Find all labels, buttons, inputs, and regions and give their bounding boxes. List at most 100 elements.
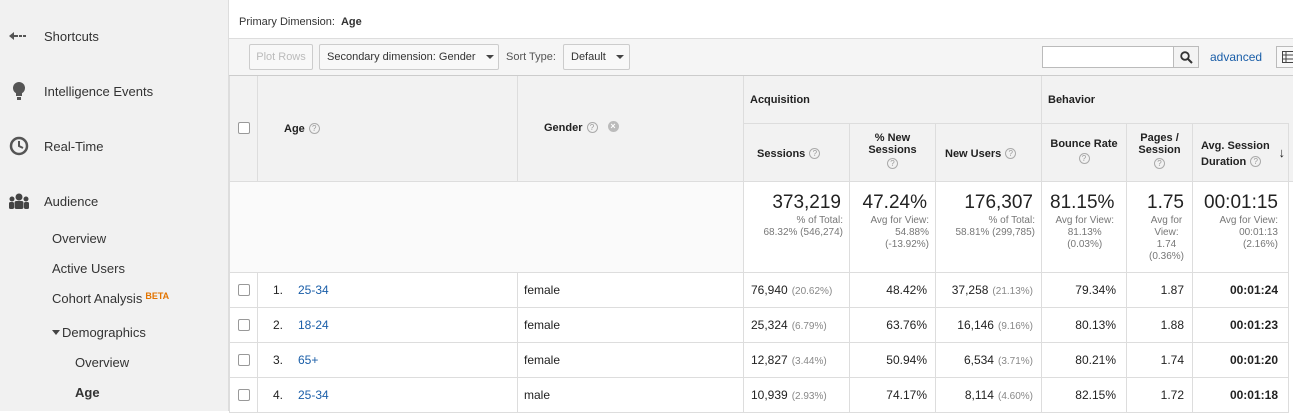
row-new-users: 37,258 — [952, 283, 989, 297]
row-new-sessions-cell: 74.17% — [850, 378, 936, 413]
row-checkbox[interactable] — [238, 284, 250, 296]
row-age-link[interactable]: 65+ — [298, 353, 318, 367]
sort-type-dropdown[interactable]: Default — [563, 44, 630, 70]
row-number: 3. — [273, 353, 283, 367]
nav-age[interactable]: Age — [75, 385, 100, 400]
header-gender[interactable]: Gender? × — [518, 76, 744, 182]
row-sessions-cell: 12,827(3.44%) — [744, 343, 850, 378]
nav-active-users[interactable]: Active Users — [52, 261, 125, 276]
header-avg-session-duration[interactable]: Avg. Session Duration? ↓ — [1193, 124, 1289, 182]
row-new-users-pct: (3.71%) — [998, 356, 1033, 367]
row-gender-cell: female — [518, 343, 744, 378]
total-duration-sub3: (2.16%) — [1219, 239, 1278, 251]
total-duration-value: 00:01:15 — [1204, 192, 1278, 214]
row-new-users-cell: 16,146(9.16%) — [936, 308, 1042, 343]
row-bounce: 80.21% — [1075, 353, 1116, 367]
search-icon — [1180, 51, 1193, 64]
nav-cohort-analysis[interactable]: Cohort AnalysisBETA — [52, 291, 169, 306]
row-duration-cell: 00:01:18 — [1193, 378, 1289, 413]
total-sessions-sub2: 68.32% (546,274) — [763, 227, 843, 239]
total-new-users-sub2: 58.81% (299,785) — [955, 227, 1035, 239]
total-sessions: 373,219 % of Total:68.32% (546,274) — [744, 182, 850, 273]
row-pages-cell: 1.87 — [1127, 273, 1193, 308]
total-new-users-value: 176,307 — [964, 192, 1033, 214]
row-new-users: 16,146 — [957, 318, 994, 332]
total-pages-session: 1.75 Avg forView:1.74(0.36%) — [1127, 182, 1193, 273]
header-bounce-rate[interactable]: Bounce Rate ? — [1042, 124, 1127, 182]
plot-rows-button[interactable]: Plot Rows — [249, 44, 313, 70]
nav-demographics-overview[interactable]: Overview — [75, 355, 129, 370]
row-pages-cell: 1.74 — [1127, 343, 1193, 378]
header-new-users[interactable]: New Users? — [936, 124, 1042, 182]
beta-badge: BETA — [145, 291, 169, 301]
row-bounce-cell: 80.21% — [1042, 343, 1127, 378]
total-new-sessions: 47.24% Avg for View:54.88%(-13.92%) — [850, 182, 936, 273]
row-duration-cell: 00:01:20 — [1193, 343, 1289, 378]
row-checkbox[interactable] — [238, 389, 250, 401]
totals-label-cell — [229, 182, 744, 273]
total-new-sessions-sub3: (-13.92%) — [870, 239, 929, 251]
total-pages-value: 1.75 — [1147, 192, 1184, 214]
row-age-cell: 3. 65+ — [258, 343, 518, 378]
secondary-dimension-dropdown[interactable]: Secondary dimension: Gender — [319, 44, 499, 70]
advanced-link[interactable]: advanced — [1210, 50, 1262, 64]
row-new-sessions: 48.42% — [886, 283, 927, 297]
primary-dimension-value[interactable]: Age — [341, 16, 362, 28]
select-all-checkbox[interactable] — [238, 122, 250, 134]
header-bounce-rate-label: Bounce Rate — [1042, 138, 1126, 150]
row-number: 4. — [273, 388, 283, 402]
row-sessions: 10,939 — [751, 388, 788, 402]
header-pages-line2: Session — [1127, 144, 1192, 156]
header-gender-label: Gender — [544, 122, 583, 134]
help-icon[interactable]: ? — [1250, 156, 1261, 167]
row-age-link[interactable]: 18-24 — [298, 318, 329, 332]
total-bounce-sub1: Avg for View: — [1055, 215, 1114, 227]
row-gender: male — [524, 388, 550, 402]
total-duration: 00:01:15 Avg for View:00:01:13(2.16%) — [1193, 182, 1289, 273]
remove-dimension-icon[interactable]: × — [608, 121, 619, 132]
row-gender-cell: female — [518, 273, 744, 308]
total-pages-sub3: 1.74 — [1149, 239, 1184, 251]
row-checkbox-cell — [229, 273, 258, 308]
help-icon[interactable]: ? — [887, 158, 898, 169]
row-new-sessions: 50.94% — [886, 353, 927, 367]
sort-type-label: Sort Type: — [506, 51, 556, 63]
row-age-link[interactable]: 25-34 — [298, 388, 329, 402]
help-icon[interactable]: ? — [809, 148, 820, 159]
row-pages-cell: 1.72 — [1127, 378, 1193, 413]
row-age-link[interactable]: 25-34 — [298, 283, 329, 297]
view-toggle-button[interactable] — [1276, 46, 1293, 68]
row-bounce-cell: 82.15% — [1042, 378, 1127, 413]
header-duration-line1: Avg. Session — [1201, 138, 1270, 154]
help-icon[interactable]: ? — [1079, 153, 1090, 164]
header-new-sessions[interactable]: % New Sessions ? — [850, 124, 936, 182]
header-age[interactable]: Age? — [258, 76, 518, 182]
total-bounce-value: 81.15% — [1050, 192, 1114, 214]
header-sessions-label: Sessions — [757, 148, 805, 160]
row-checkbox[interactable] — [238, 319, 250, 331]
row-pages: 1.88 — [1161, 318, 1184, 332]
row-age-cell: 4. 25-34 — [258, 378, 518, 413]
help-icon[interactable]: ? — [309, 123, 320, 134]
row-new-sessions-cell: 63.76% — [850, 308, 936, 343]
row-new-sessions: 63.76% — [886, 318, 927, 332]
sort-type-value: Default — [571, 51, 606, 63]
search-input[interactable] — [1042, 46, 1174, 68]
select-all-cell — [229, 76, 258, 182]
total-new-users-sub1: % of Total: — [955, 215, 1035, 227]
header-sessions[interactable]: Sessions? — [744, 124, 850, 182]
row-pages: 1.72 — [1161, 388, 1184, 402]
help-icon[interactable]: ? — [1154, 158, 1165, 169]
row-new-sessions-cell: 48.42% — [850, 273, 936, 308]
row-sessions-pct: (6.79%) — [792, 321, 827, 332]
row-checkbox[interactable] — [238, 354, 250, 366]
help-icon[interactable]: ? — [587, 122, 598, 133]
search-button[interactable] — [1173, 46, 1199, 68]
total-sessions-sub: % of Total:68.32% (546,274) — [763, 215, 843, 239]
nav-audience-overview[interactable]: Overview — [52, 231, 106, 246]
help-icon[interactable]: ? — [1005, 148, 1016, 159]
header-pages-session[interactable]: Pages / Session ? — [1127, 124, 1193, 182]
nav-demographics[interactable]: Demographics — [52, 325, 146, 340]
clock-icon — [8, 135, 30, 157]
row-duration: 00:01:24 — [1230, 283, 1278, 297]
